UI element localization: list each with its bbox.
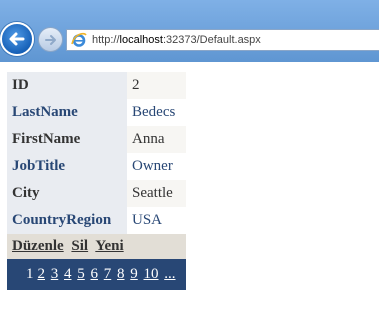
- field-value: Anna: [127, 126, 186, 153]
- url-path: :32373/Default.aspx: [162, 34, 261, 46]
- field-value: Bedecs: [127, 99, 186, 126]
- field-label: ID: [7, 72, 127, 99]
- pager-next-link[interactable]: ...: [164, 266, 175, 282]
- pager-row: 12 3 4 5 6 7 8 9 10 ...: [7, 259, 186, 290]
- field-row: FirstName Anna: [7, 126, 186, 153]
- pager-link[interactable]: 4: [64, 266, 72, 282]
- field-label: City: [7, 180, 127, 207]
- field-label: LastName: [7, 99, 127, 126]
- address-bar[interactable]: http://localhost:32373/Default.aspx: [66, 29, 379, 51]
- back-button[interactable]: [0, 22, 34, 56]
- details-view: ID 2 LastName Bedecs FirstName Anna JobT…: [7, 72, 186, 290]
- pager-link[interactable]: 2: [38, 266, 46, 282]
- pager-link[interactable]: 5: [77, 266, 85, 282]
- pager-link[interactable]: 6: [91, 266, 99, 282]
- forward-button[interactable]: [38, 27, 63, 52]
- url-text: http://localhost:32373/Default.aspx: [92, 34, 261, 46]
- back-arrow-icon: [9, 32, 25, 46]
- field-row: LastName Bedecs: [7, 99, 186, 126]
- pager: 12 3 4 5 6 7 8 9 10 ...: [7, 259, 186, 290]
- field-value: Owner: [127, 153, 186, 180]
- field-label: JobTitle: [7, 153, 127, 180]
- pager-link[interactable]: 3: [51, 266, 59, 282]
- field-value: 2: [127, 72, 186, 99]
- field-row: CountryRegion USA: [7, 207, 186, 234]
- pager-current-page: 1: [26, 266, 34, 282]
- command-row: Düzenle Sil Yeni: [7, 234, 186, 259]
- command-cell: Düzenle Sil Yeni: [7, 234, 186, 259]
- field-value: Seattle: [127, 180, 186, 207]
- browser-toolbar: http://localhost:32373/Default.aspx: [0, 0, 379, 62]
- field-label: FirstName: [7, 126, 127, 153]
- field-row: ID 2: [7, 72, 186, 99]
- url-host: localhost: [119, 34, 163, 46]
- pager-link[interactable]: 8: [117, 266, 125, 282]
- pager-link[interactable]: 9: [130, 266, 138, 282]
- pager-link[interactable]: 7: [104, 266, 112, 282]
- forward-arrow-icon: [44, 34, 56, 45]
- edit-link[interactable]: Düzenle: [12, 238, 64, 254]
- field-row: City Seattle: [7, 180, 186, 207]
- pager-link[interactable]: 10: [144, 266, 159, 282]
- url-scheme: http://: [92, 34, 120, 46]
- ie-page-icon: [70, 31, 88, 49]
- field-value: USA: [127, 207, 186, 234]
- field-row: JobTitle Owner: [7, 153, 186, 180]
- new-link[interactable]: Yeni: [95, 238, 123, 254]
- field-label: CountryRegion: [7, 207, 127, 234]
- delete-link[interactable]: Sil: [71, 238, 88, 254]
